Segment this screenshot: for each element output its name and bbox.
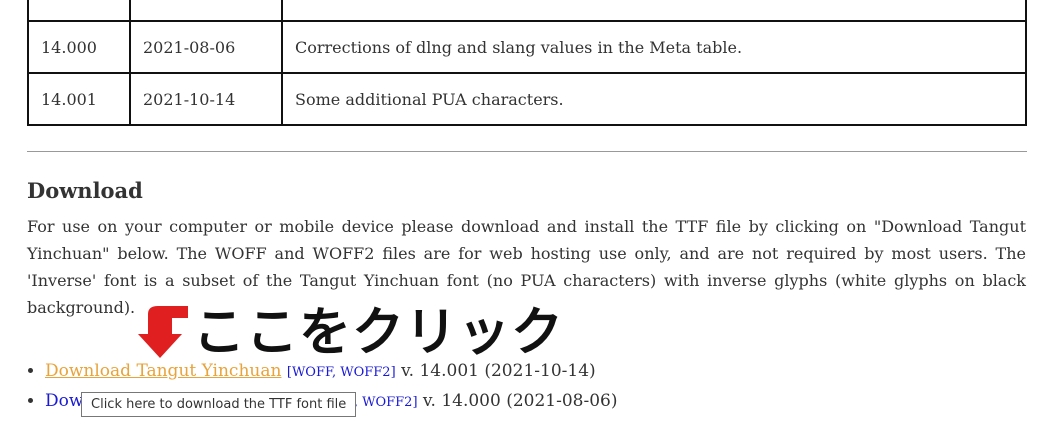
date-cell: 2021-08-06 — [129, 20, 283, 74]
table-row: 14.001 2021-10-14 Some additional PUA ch… — [27, 72, 1027, 126]
download-woff2-link[interactable]: WOFF2 — [362, 395, 412, 410]
section-divider — [27, 151, 1027, 152]
date-cell: 2021-10-14 — [129, 72, 283, 126]
version-cell: 14.001 — [27, 72, 131, 126]
download-inverse-link[interactable]: Dow — [45, 391, 83, 411]
version-history-table: 14.000 2021-08-06 Corrections of dlng an… — [27, 0, 1027, 126]
callout-text: ここをクリック — [193, 303, 565, 363]
table-row: 14.000 2021-08-06 Corrections of dlng an… — [27, 20, 1027, 74]
download-woff2-link[interactable]: WOFF2 — [340, 365, 390, 380]
note-cell: Some additional PUA characters. — [281, 72, 1027, 126]
download-heading: Download — [27, 178, 143, 203]
version-cell: 14.000 — [27, 20, 131, 74]
version-label: v. 14.001 (2021-10-14) — [395, 361, 596, 381]
note-cell: Corrections of dlng and slang values in … — [281, 20, 1027, 74]
download-woff-link[interactable]: WOFF — [292, 365, 332, 380]
table-row — [27, 0, 1027, 22]
download-ttf-link[interactable]: Download Tangut Yinchuan — [45, 361, 281, 381]
version-label: v. 14.000 (2021-08-06) — [417, 391, 618, 411]
list-item: Download Tangut Yinchuan [WOFF, WOFF2] v… — [45, 357, 617, 387]
link-tooltip: Click here to download the TTF font file — [81, 392, 357, 417]
arrow-down-icon — [138, 306, 188, 358]
